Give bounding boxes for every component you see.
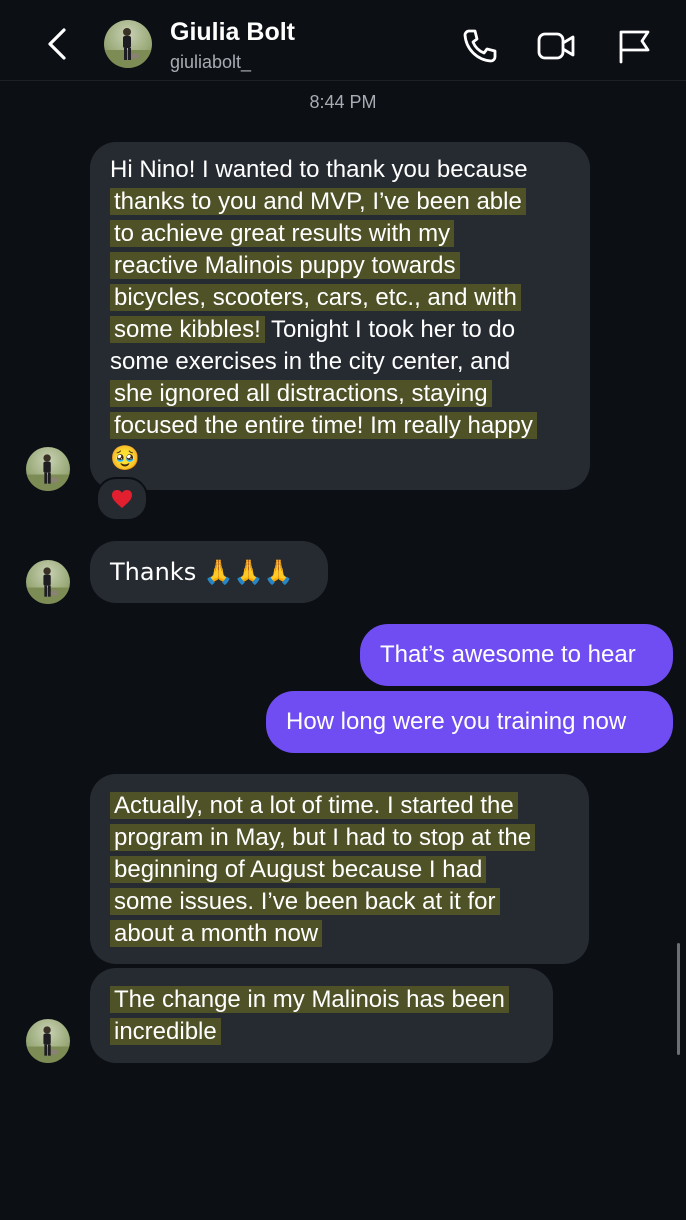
outgoing-message[interactable]: How long were you training now [266,691,673,753]
heart-icon [112,490,132,508]
highlighted-line: Actually, not a lot of time. I started t… [110,792,518,819]
sender-avatar[interactable] [26,447,70,491]
person-with-dog-avatar [26,454,70,491]
heart-reaction[interactable] [96,477,148,521]
outgoing-message[interactable]: That’s awesome to hear [360,624,673,686]
incoming-message[interactable]: Actually, not a lot of time. I started t… [90,774,589,964]
person-with-dog-avatar [104,28,152,68]
contact-handle: giuliabolt_ [170,52,252,72]
contact-name[interactable]: Giulia Bolt [170,18,295,47]
scrollbar[interactable] [677,943,680,1055]
message-line: Hi Nino! I wanted to thank you because [110,156,528,183]
sender-avatar[interactable] [26,560,70,604]
highlighted-line: beginning of August because I had [110,856,487,883]
highlighted-line: some issues. I’ve been back at it for [110,888,500,915]
highlighted-line: The change in my Malinois has been [110,986,509,1013]
back-button[interactable] [40,22,76,66]
chat-header: Giulia Bolt giuliabolt_ [0,0,686,81]
highlighted-line: reactive Malinois puppy towards [110,252,460,279]
highlighted-line: about a month now [110,920,323,947]
report-button[interactable] [614,26,654,66]
phone-icon [463,29,497,63]
flag-icon [619,30,650,64]
person-with-dog-avatar [26,567,70,604]
message-line: some exercises in the city center, and [110,348,511,375]
highlighted-line: incredible [110,1018,221,1045]
highlighted-line: some kibbles! [110,316,265,343]
incoming-message[interactable]: Hi Nino! I wanted to thank you because t… [90,142,590,490]
highlighted-line: focused the entire time! Im really happy [110,412,537,439]
highlighted-line: thanks to you and MVP, I’ve been able [110,188,526,215]
highlighted-line: she ignored all distractions, staying [110,380,492,407]
call-button[interactable] [460,26,500,66]
highlighted-line: bicycles, scooters, cars, etc., and with [110,284,521,311]
video-camera-icon [537,32,575,60]
contact-avatar[interactable] [104,20,152,68]
highlighted-line: program in May, but I had to stop at the [110,824,536,851]
message-timestamp: 8:44 PM [309,92,377,112]
highlighted-line: to achieve great results with my [110,220,455,247]
incoming-message[interactable]: Thanks 🙏🙏🙏 [90,541,328,603]
message-text: Thanks 🙏🙏🙏 [110,558,294,586]
video-call-button[interactable] [536,26,576,66]
incoming-message[interactable]: The change in my Malinois has been incre… [90,968,553,1063]
chevron-left-icon [48,28,66,60]
message-line: Tonight I took her to do [270,316,516,343]
message-text: That’s awesome to hear [380,641,636,668]
person-with-dog-avatar [26,1026,70,1063]
message-text: How long were you training now [286,708,627,735]
pleading-face-emoji: 🥹 [110,444,140,472]
sender-avatar[interactable] [26,1019,70,1063]
